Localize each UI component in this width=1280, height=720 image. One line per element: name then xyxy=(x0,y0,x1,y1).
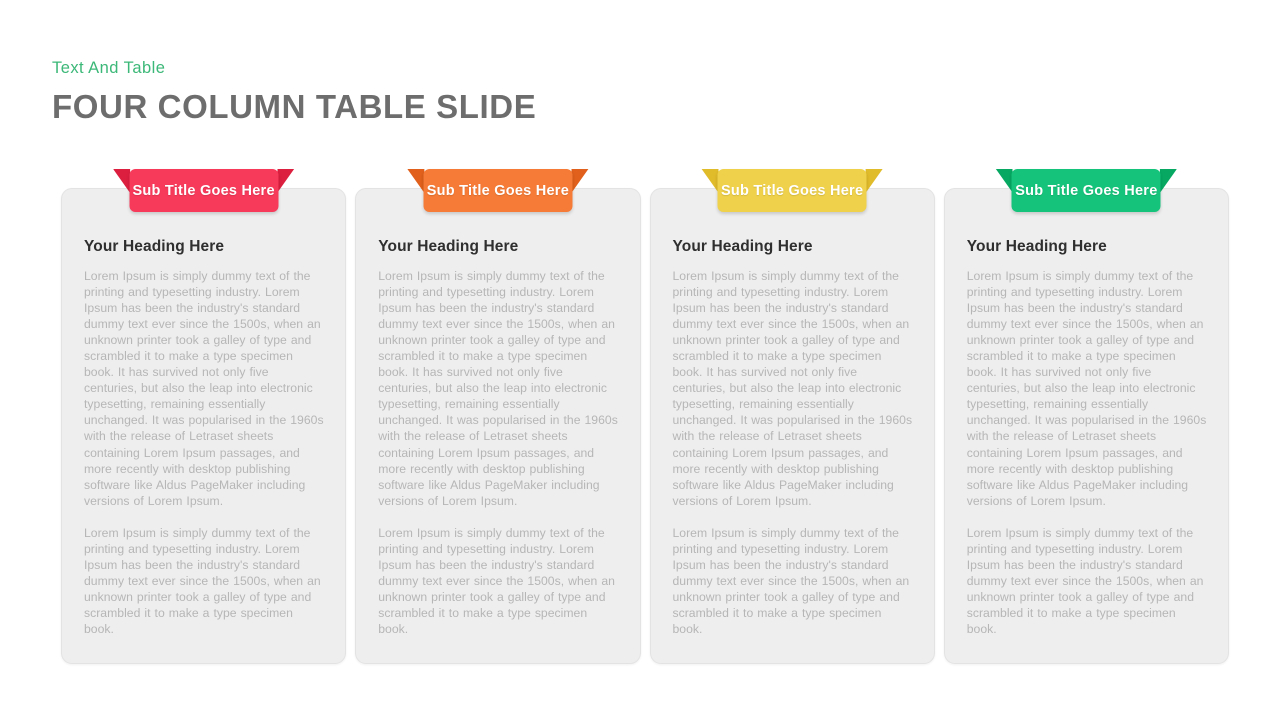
ribbon-tail-right xyxy=(1159,169,1177,193)
ribbon-banner: Sub Title Goes Here xyxy=(995,169,1177,212)
ribbon-tail-right xyxy=(865,169,883,193)
column-card: Sub Title Goes Here Your Heading Here Lore… xyxy=(943,169,1229,664)
ribbon-tail-left xyxy=(701,169,719,193)
ribbon-body[interactable]: Sub Title Goes Here xyxy=(423,169,573,212)
column-content: Your Heading Here Lorem Ipsum is simply d… xyxy=(945,189,1228,637)
ribbon-banner: Sub Title Goes Here xyxy=(701,169,883,212)
column-paragraph: Lorem Ipsum is simply dummy text of the … xyxy=(378,525,615,636)
column-content: Your Heading Here Lorem Ipsum is simply d… xyxy=(651,189,934,637)
ribbon-banner: Sub Title Goes Here xyxy=(113,169,295,212)
column-paragraph: Lorem Ipsum is simply dummy text of the … xyxy=(378,269,618,508)
column-card: Sub Title Goes Here Your Heading Here Lore… xyxy=(355,169,641,664)
ribbon-tail-right xyxy=(571,169,589,193)
ribbon-banner: Sub Title Goes Here xyxy=(407,169,589,212)
ribbon-body[interactable]: Sub Title Goes Here xyxy=(1011,169,1161,212)
ribbon-tail-left xyxy=(407,169,425,193)
slide-eyebrow: Text And Table xyxy=(52,59,166,77)
column-heading: Your Heading Here xyxy=(378,238,519,255)
column-paragraph: Lorem Ipsum is simply dummy text of the … xyxy=(672,525,910,636)
column-paragraph: Lorem Ipsum is simply dummy text of the … xyxy=(84,269,324,508)
column-content: Your Heading Here Lorem Ipsum is simply d… xyxy=(62,189,345,637)
column-heading: Your Heading Here xyxy=(672,238,813,255)
slide-header: Text And Table FOUR COLUMN TABLE SLIDE xyxy=(52,58,852,126)
ribbon-tail-left xyxy=(113,169,131,193)
column-content: Your Heading Here Lorem Ipsum is simply d… xyxy=(356,189,639,637)
column-heading: Your Heading Here xyxy=(84,238,225,255)
ribbon-tail-left xyxy=(995,169,1013,193)
column-paragraph: Lorem Ipsum is simply dummy text of the … xyxy=(966,269,1207,508)
column-paragraph: Lorem Ipsum is simply dummy text of the … xyxy=(672,269,913,508)
ribbon-body[interactable]: Sub Title Goes Here xyxy=(717,169,867,212)
column-group: Sub Title Goes Here Your Heading Here Lore… xyxy=(61,169,1229,664)
ribbon-label: Sub Title Goes Here xyxy=(720,182,864,199)
page-title: FOUR COLUMN TABLE SLIDE xyxy=(52,88,537,125)
ribbon-body[interactable]: Sub Title Goes Here xyxy=(129,169,279,212)
column-paragraph: Lorem Ipsum is simply dummy text of the … xyxy=(84,525,321,636)
ribbon-label: Sub Title Goes Here xyxy=(1015,182,1158,199)
ribbon-label: Sub Title Goes Here xyxy=(426,182,570,199)
column-card: Sub Title Goes Here Your Heading Here Lore… xyxy=(61,169,347,664)
ribbon-label: Sub Title Goes Here xyxy=(132,182,275,199)
ribbon-tail-right xyxy=(277,169,295,193)
column-card: Sub Title Goes Here Your Heading Here Lore… xyxy=(649,169,935,664)
column-heading: Your Heading Here xyxy=(966,238,1107,255)
column-paragraph: Lorem Ipsum is simply dummy text of the … xyxy=(966,525,1204,636)
